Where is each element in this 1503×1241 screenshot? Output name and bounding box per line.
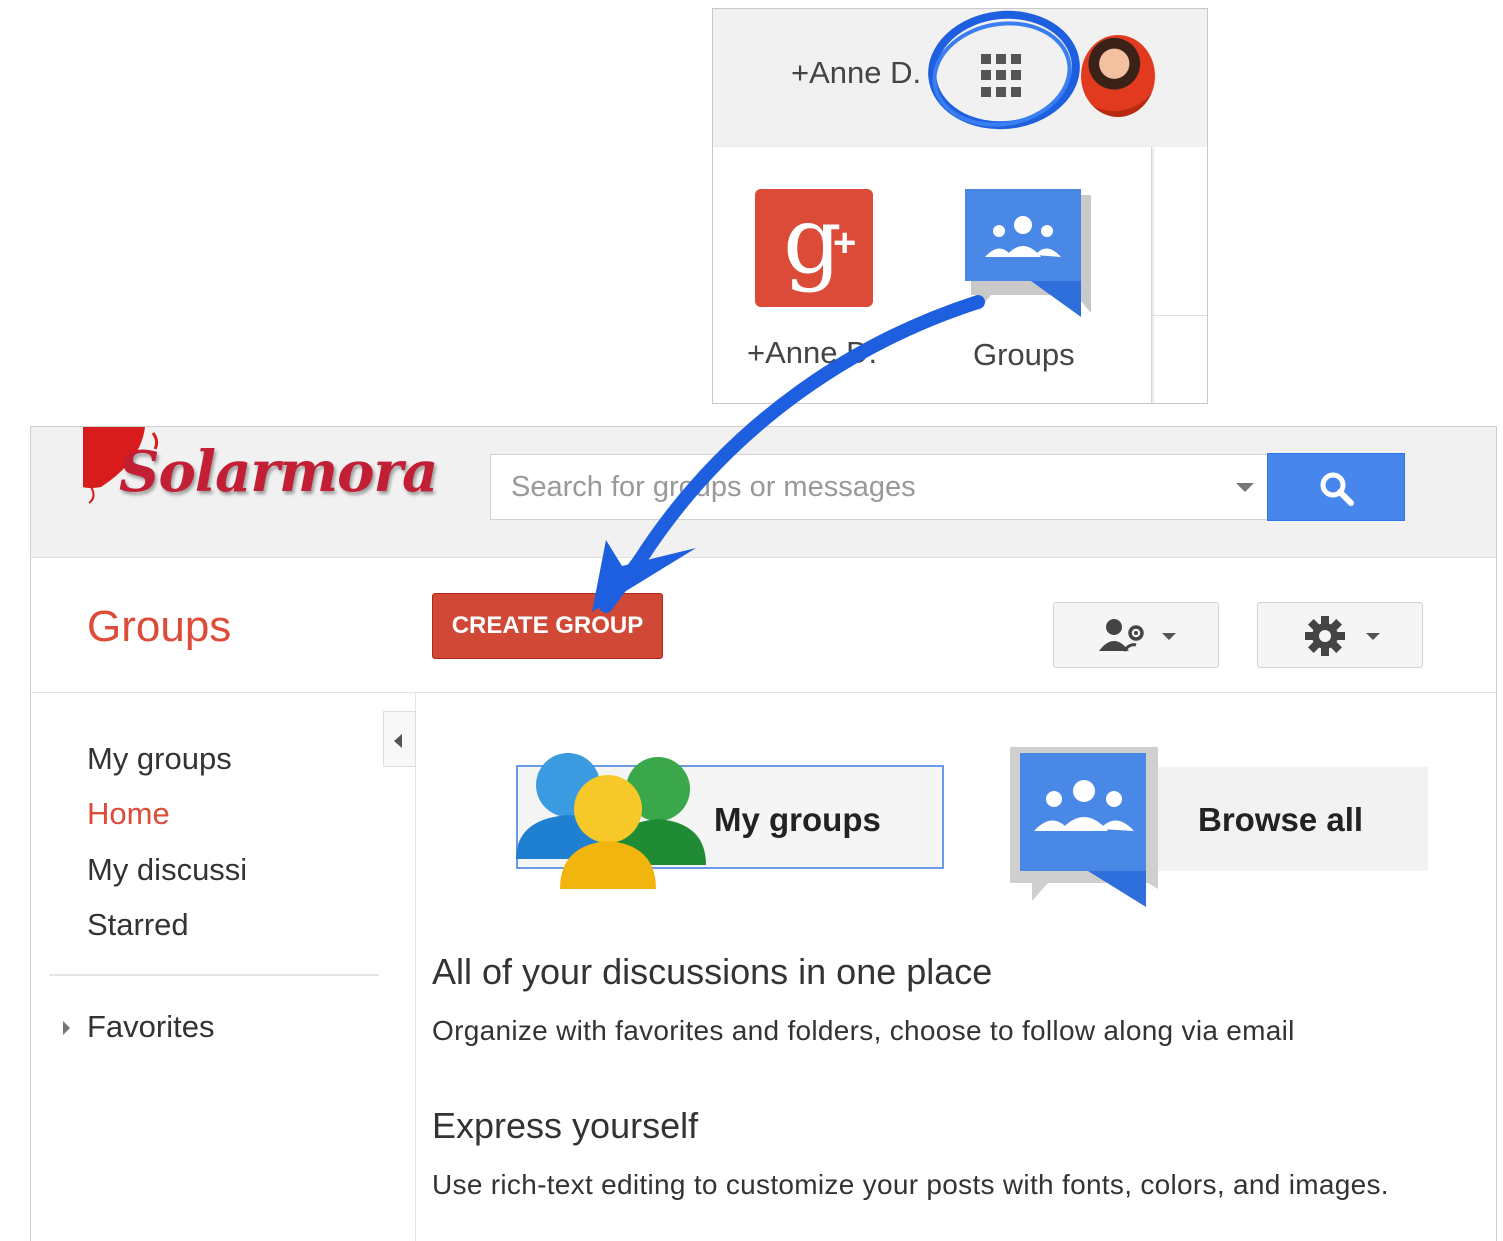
sidebar-item-home[interactable]: Home — [87, 796, 170, 832]
members-settings-button[interactable] — [1053, 602, 1219, 668]
create-group-button[interactable]: CREATE GROUP — [432, 593, 663, 659]
solarmora-logo[interactable]: Solarmora — [83, 427, 438, 552]
search-box[interactable] — [490, 454, 1268, 520]
profile-link[interactable]: +Anne D. — [791, 55, 921, 91]
sidebar-item-favorites[interactable]: Favorites — [87, 1009, 214, 1045]
logo-wordmark: Solarmora — [119, 439, 438, 505]
chevron-right-icon[interactable] — [63, 1021, 70, 1035]
section-text: Use rich-text editing to customize your … — [432, 1169, 1389, 1200]
browse-all-card-label: Browse all — [1198, 801, 1364, 838]
groups-app-window: Solarmora Groups CREATE GROUP — [30, 426, 1497, 1241]
chevron-left-icon — [394, 734, 402, 748]
chevron-down-icon[interactable] — [1236, 483, 1254, 492]
search-icon — [1320, 472, 1354, 506]
google-plus-icon[interactable]: g + — [755, 189, 873, 307]
google-groups-icon[interactable] — [1008, 743, 1168, 909]
apps-launcher-panel: +Anne D. g + +Anne D. Groups — [712, 8, 1208, 404]
search-button[interactable] — [1267, 453, 1405, 521]
my-groups-card-label: My groups — [714, 801, 881, 838]
divider — [49, 974, 379, 976]
sidebar: My groups Home My discussi Starred Favor… — [31, 693, 416, 1241]
sidebar-item-my-groups[interactable]: My groups — [87, 741, 232, 777]
section-heading: Express yourself — [432, 1105, 699, 1146]
user-avatar[interactable] — [1081, 35, 1155, 117]
settings-button[interactable] — [1257, 602, 1423, 668]
chevron-down-icon — [1162, 633, 1176, 640]
section-heading: All of your discussions in one place — [432, 951, 993, 992]
search-input[interactable] — [491, 455, 1221, 519]
google-groups-icon[interactable] — [961, 185, 1091, 325]
collapse-sidebar-button[interactable] — [383, 711, 416, 767]
app-label-google-plus[interactable]: +Anne D. — [747, 335, 877, 371]
people-group-icon — [516, 753, 706, 889]
app-label-groups[interactable]: Groups — [973, 337, 1075, 373]
apps-menu: g + +Anne D. Groups — [713, 147, 1152, 403]
main-content: My groups Browse all All of your discuss… — [416, 693, 1496, 1241]
chevron-down-icon — [1366, 633, 1380, 640]
sidebar-item-my-discussions[interactable]: My discussi — [87, 852, 247, 888]
inset-top-bar: +Anne D. — [713, 9, 1207, 147]
browse-all-card[interactable]: Browse all — [1156, 767, 1428, 871]
sidebar-item-starred[interactable]: Starred — [87, 907, 189, 943]
section-text: Organize with favorites and folders, cho… — [432, 1015, 1295, 1046]
header-bar: Solarmora — [31, 427, 1496, 558]
apps-grid-icon[interactable] — [981, 54, 1025, 98]
gear-icon — [1305, 616, 1345, 656]
page-title: Groups — [87, 602, 232, 651]
members-settings-icon — [1099, 619, 1144, 652]
divider — [1151, 315, 1207, 316]
toolbar: Groups CREATE GROUP — [31, 558, 1496, 693]
